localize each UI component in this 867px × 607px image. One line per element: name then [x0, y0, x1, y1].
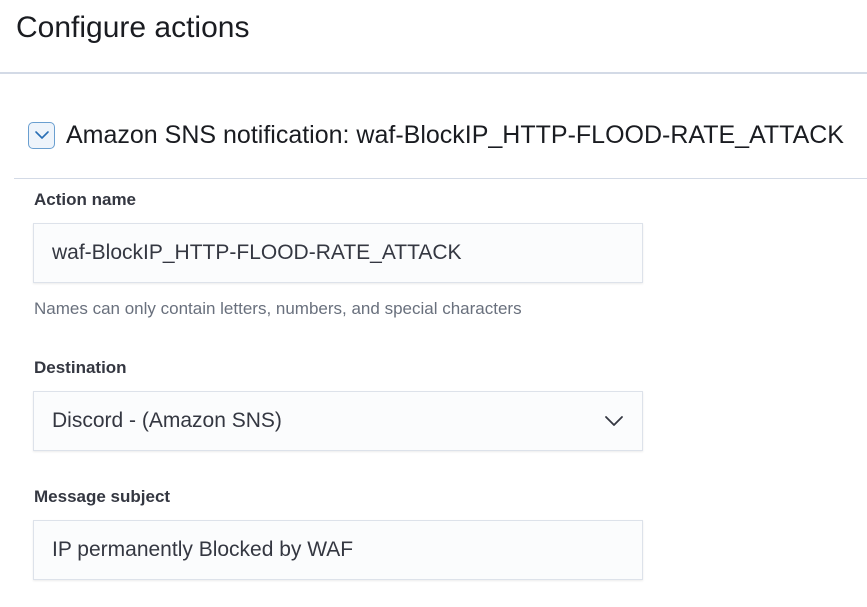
- action-name-field[interactable]: waf-BlockIP_HTTP-FLOOD-RATE_ATTACK: [33, 223, 643, 283]
- action-accordion-header[interactable]: Amazon SNS notification: waf-BlockIP_HTT…: [28, 118, 844, 152]
- destination-label: Destination: [34, 358, 127, 377]
- chevron-down-icon[interactable]: [604, 415, 624, 427]
- section-divider: [14, 178, 867, 179]
- message-subject-value: IP permanently Blocked by WAF: [52, 538, 354, 561]
- action-name-label: Action name: [34, 190, 137, 209]
- message-subject-field[interactable]: IP permanently Blocked by WAF: [33, 520, 643, 580]
- destination-select[interactable]: Discord - (Amazon SNS): [33, 391, 643, 451]
- chevron-down-icon[interactable]: [28, 121, 55, 149]
- action-accordion-title: Amazon SNS notification: waf-BlockIP_HTT…: [66, 121, 844, 149]
- message-subject-label: Message subject: [34, 487, 171, 506]
- action-name-help-text: Names can only contain letters, numbers,…: [34, 299, 522, 318]
- configure-actions-panel: Configure actions Amazon SNS notificatio…: [0, 0, 867, 607]
- title-divider: [0, 72, 867, 74]
- action-name-value: waf-BlockIP_HTTP-FLOOD-RATE_ATTACK: [52, 241, 462, 264]
- page-title: Configure actions: [16, 11, 250, 44]
- destination-selected-value: Discord - (Amazon SNS): [52, 409, 282, 432]
